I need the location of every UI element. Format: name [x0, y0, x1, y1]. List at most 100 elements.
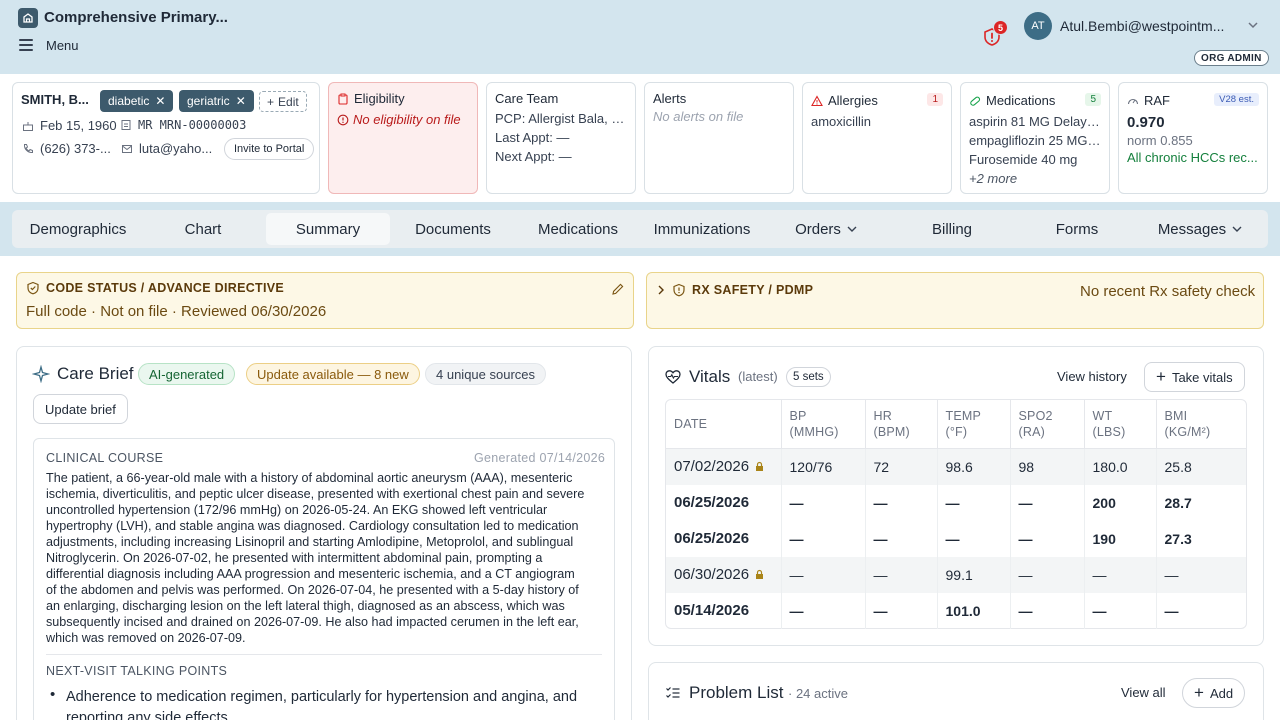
raf-score: 0.970 — [1127, 114, 1165, 131]
add-problem-button[interactable]: + Add — [1182, 678, 1246, 708]
pcp-name: Allergist Bala, MD — [528, 111, 627, 126]
table-row[interactable]: 05/14/2026— —101.0— — — — [666, 592, 1246, 629]
problem-list-title: Problem List — [689, 683, 784, 702]
lock-icon — [756, 569, 764, 579]
alerts-card[interactable]: Alerts No alerts on file — [644, 82, 794, 194]
id-card-icon — [121, 120, 131, 130]
edit-tags-button[interactable]: + Edit — [259, 91, 307, 112]
cell-hr: — — [865, 520, 938, 557]
eligibility-card[interactable]: Eligibility No eligibility on file — [328, 82, 478, 194]
cell-spo2: — — [1010, 592, 1085, 629]
sparkle-icon — [32, 365, 50, 383]
menu-label[interactable]: Menu — [46, 38, 79, 53]
col-header-bmi[interactable]: BMI (KG/M²) — [1156, 400, 1246, 449]
rx-safety-title-row[interactable]: RX SAFETY / PDMP — [656, 283, 813, 297]
alert-circle-icon — [337, 114, 349, 125]
tab-chart[interactable]: Chart — [141, 213, 265, 245]
pencil-icon[interactable] — [611, 282, 625, 296]
take-vitals-button[interactable]: + Take vitals — [1144, 362, 1245, 392]
col-header-temp[interactable]: TEMP (°F) — [937, 400, 1011, 449]
hamburger-menu-icon[interactable] — [19, 39, 33, 51]
vitals-sets-badge: 5 sets — [786, 367, 831, 387]
cell-bp: 120/76 — [781, 448, 866, 485]
role-badge: ORG ADMIN — [1194, 50, 1269, 66]
tab-demographics[interactable]: Demographics — [16, 213, 140, 245]
cell-hr: — — [865, 484, 938, 521]
table-row[interactable]: 07/02/2026 120/76 72 98.6 98 180.0 25.8 — [666, 448, 1246, 485]
header-label: BMI — [1164, 409, 1188, 423]
view-all-link[interactable]: View all — [1121, 685, 1166, 700]
col-header-wt[interactable]: WT (LBS) — [1084, 400, 1157, 449]
text-line: which was removed on 2026-07-09. — [46, 631, 246, 645]
alerts-title: Alerts — [653, 91, 687, 106]
tab-immunizations[interactable]: Immunizations — [640, 213, 764, 245]
rx-safety-text: No recent Rx safety check — [1080, 283, 1256, 300]
tab-forms[interactable]: Forms — [1015, 213, 1139, 245]
rx-safety-title: RX SAFETY / PDMP — [692, 283, 814, 297]
tab-label: Medications — [537, 220, 619, 238]
tab-orders[interactable]: Orders — [764, 213, 888, 245]
tag-geriatric[interactable]: geriatric ✕ — [179, 90, 254, 112]
code-status-title: CODE STATUS / ADVANCE DIRECTIVE — [46, 281, 285, 295]
chevron-right-icon[interactable] — [656, 284, 666, 296]
cell-bmi: 28.7 — [1164, 494, 1192, 511]
divider — [46, 654, 602, 655]
mrn-row: MR MRN-00000003 — [120, 118, 246, 132]
tab-documents[interactable]: Documents — [391, 213, 515, 245]
sources-badge[interactable]: 4 unique sources — [425, 363, 547, 385]
update-available-badge[interactable]: Update available — 8 new — [246, 363, 420, 385]
invite-to-portal-button[interactable]: Invite to Portal — [224, 138, 315, 160]
tab-billing[interactable]: Billing — [890, 213, 1014, 245]
medications-card[interactable]: Medications 5 aspirin 81 MG Delaye... em… — [960, 82, 1110, 194]
update-brief-button[interactable]: Update brief — [33, 394, 128, 424]
table-row[interactable]: 06/25/2026— — — —200 28.7 — [666, 484, 1246, 521]
phone-row[interactable]: (626) 373-... — [22, 141, 111, 156]
tab-summary[interactable]: Summary — [266, 213, 390, 245]
tab-messages[interactable]: Messages — [1138, 213, 1262, 245]
col-header-bp[interactable]: BP (MMHG) — [781, 400, 866, 449]
text-line: The patient, a 66-year-old male with a h… — [46, 471, 573, 485]
header-unit: (RA) — [1018, 425, 1045, 439]
medications-title: Medications — [986, 93, 1056, 108]
user-email[interactable]: Atul.Bembi@westpointm... — [1060, 18, 1235, 34]
text-line: hypertrophy (LVH), and stable angina was… — [46, 519, 579, 533]
plus-icon: + — [1156, 367, 1166, 386]
alerts-text: No alerts on file — [653, 109, 744, 124]
talking-point: Adherence to medication regimen, particu… — [66, 687, 606, 720]
cell-temp: 98.6 — [937, 448, 1011, 485]
cell-bmi: — — [1164, 602, 1179, 619]
patient-name[interactable]: SMITH, B... — [21, 92, 89, 107]
avatar[interactable]: AT — [1024, 12, 1052, 40]
email-row[interactable]: luta@yaho... — [121, 141, 212, 156]
tab-medications[interactable]: Medications — [516, 213, 640, 245]
medications-count-badge: 5 — [1085, 93, 1101, 106]
allergies-card[interactable]: Allergies 1 amoxicillin — [802, 82, 952, 194]
rx-safety-card[interactable] — [646, 272, 1264, 329]
col-header-spo2[interactable]: SPO2 (RA) — [1010, 400, 1085, 449]
eligibility-title: Eligibility — [354, 91, 405, 106]
app-title[interactable]: Comprehensive Primary... — [44, 9, 228, 26]
raf-card[interactable]: RAF V28 est. 0.970 norm 0.855 All chroni… — [1118, 82, 1268, 194]
table-row[interactable]: 06/25/2026— — — —190 27.3 — [666, 520, 1246, 557]
vitals-date: 07/02/2026 — [674, 458, 750, 476]
allergies-count-badge: 1 — [927, 93, 943, 106]
tab-bar: Demographics Chart Summary Documents Med… — [12, 210, 1268, 248]
cell-bp: — — [781, 592, 866, 629]
raf-title: RAF — [1144, 93, 1170, 108]
view-history-link[interactable]: View history — [1057, 369, 1127, 384]
code-status-title-row: CODE STATUS / ADVANCE DIRECTIVE — [26, 281, 284, 295]
last-appt: Last Appt: — — [495, 130, 570, 145]
col-header-hr[interactable]: HR (BPM) — [865, 400, 938, 449]
close-icon[interactable]: ✕ — [155, 94, 165, 108]
table-row[interactable]: 06/30/2026— —99.1— — — — [666, 556, 1246, 593]
chevron-down-icon[interactable] — [1248, 21, 1258, 32]
col-header-date[interactable]: DATE — [666, 400, 782, 449]
close-icon[interactable]: ✕ — [236, 94, 246, 108]
care-team-card[interactable]: Care Team PCP: Allergist Bala, MD Last A… — [486, 82, 636, 194]
cell-date: 06/30/2026 — [666, 556, 782, 593]
cell-wt: — — [1084, 592, 1157, 629]
app-logo-icon — [18, 8, 38, 28]
medications-more[interactable]: +2 more — [969, 171, 1101, 186]
allergy-item: amoxicillin — [811, 114, 871, 129]
tag-diabetic[interactable]: diabetic ✕ — [100, 90, 174, 112]
